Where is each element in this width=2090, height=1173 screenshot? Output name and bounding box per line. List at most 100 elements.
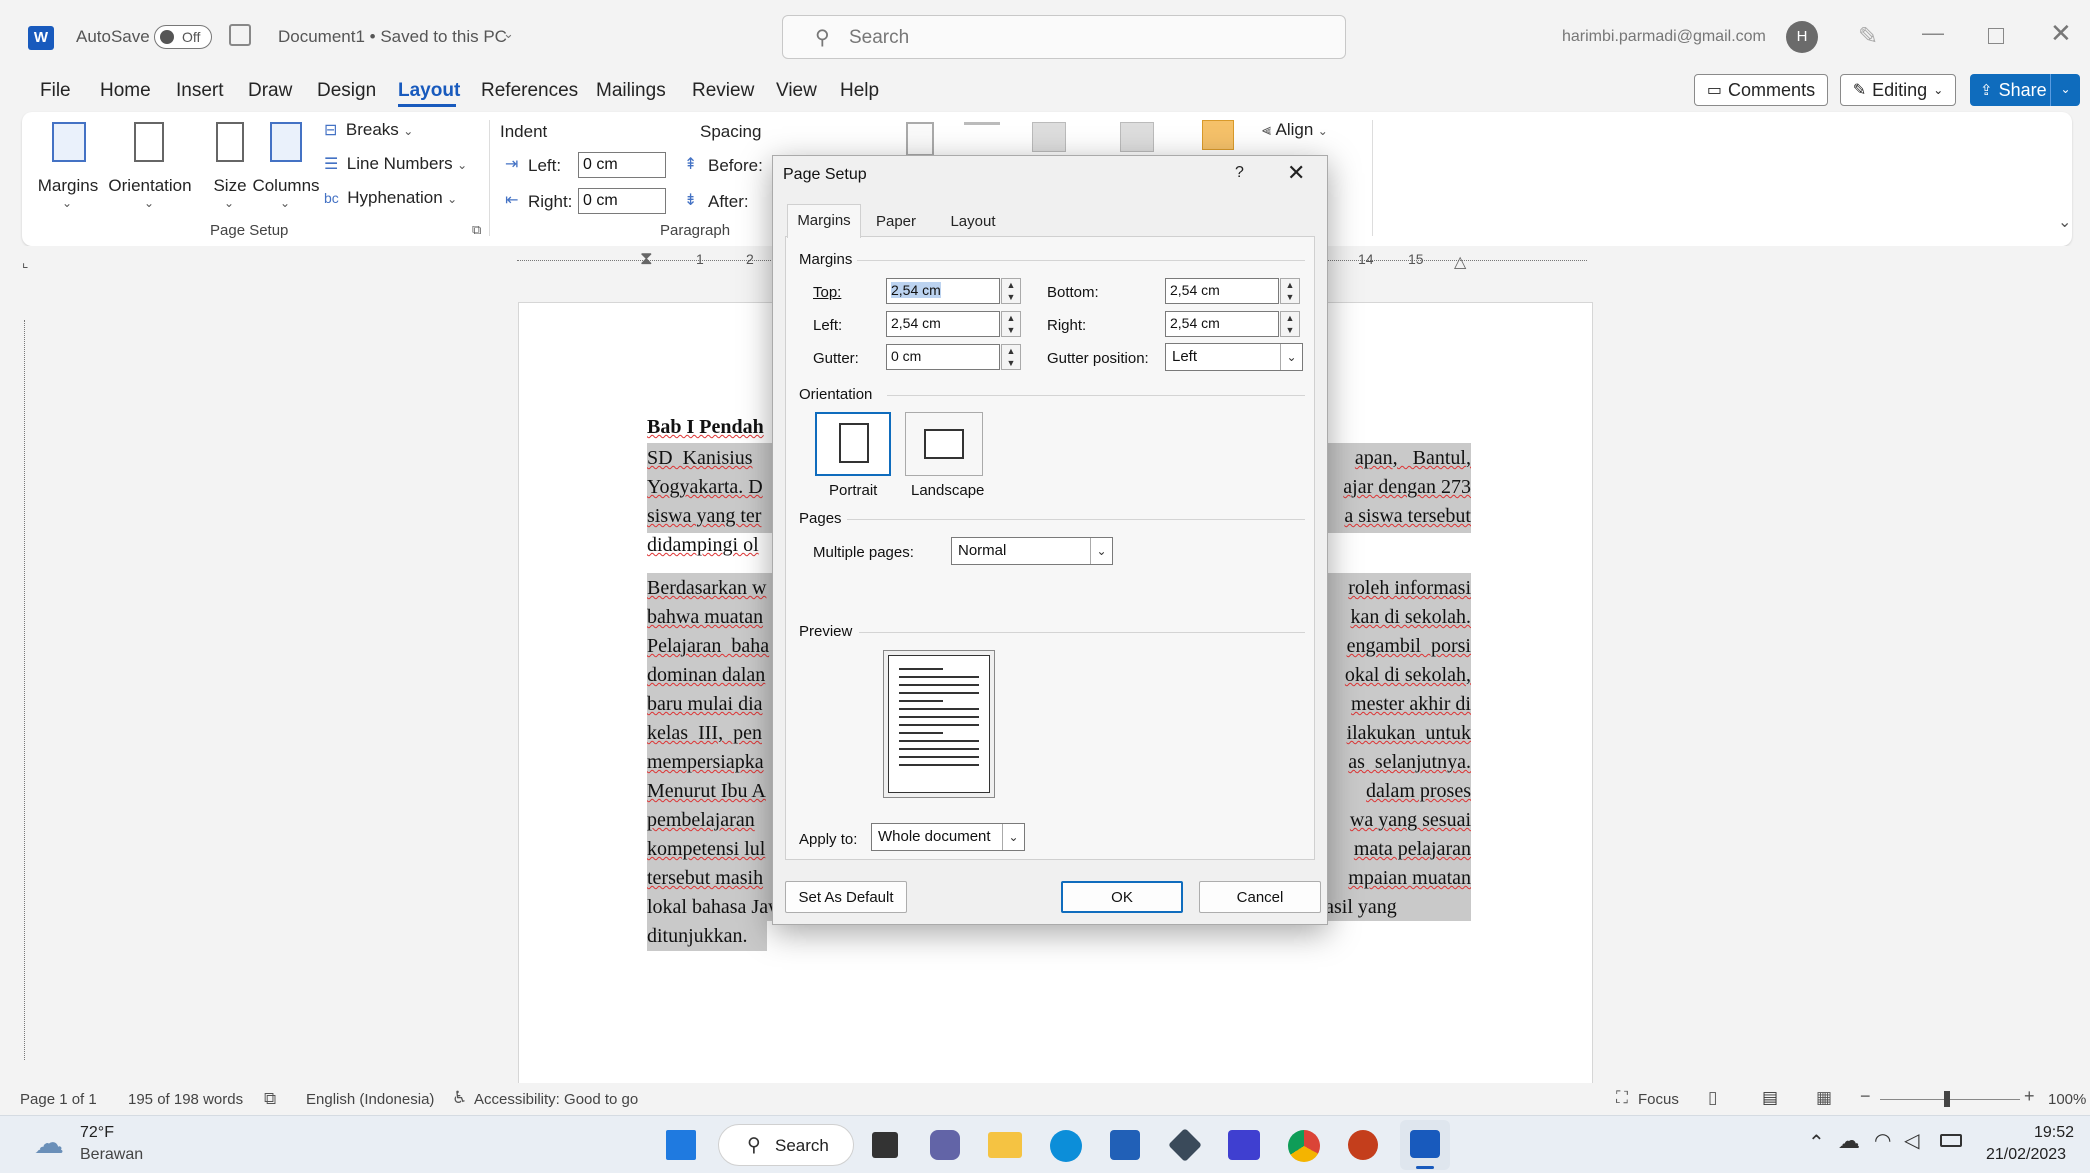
- print-layout-icon[interactable]: ▤: [1762, 1088, 1778, 1108]
- menu-review[interactable]: Review: [692, 80, 754, 102]
- word-count[interactable]: 195 of 198 words: [128, 1091, 243, 1108]
- document-title[interactable]: Document1 • Saved to this PC: [278, 27, 507, 47]
- proofing-icon[interactable]: ⧉: [264, 1089, 276, 1109]
- orientation-button[interactable]: Orientation ⌄: [102, 120, 198, 212]
- app-math-icon[interactable]: [1228, 1130, 1260, 1160]
- page-setup-dialog[interactable]: Page Setup ? ✕ Margins Paper Layout Marg…: [772, 155, 1328, 925]
- paragraph-line[interactable]: ditunjukkan.: [647, 922, 748, 951]
- wifi-icon[interactable]: ◠: [1874, 1128, 1891, 1153]
- multiple-pages-select[interactable]: Normal ⌄: [951, 537, 1113, 565]
- restore-icon[interactable]: [1988, 28, 2004, 44]
- zoom-slider-thumb[interactable]: [1944, 1091, 1950, 1107]
- menu-design[interactable]: Design: [317, 80, 376, 102]
- windows-start-icon[interactable]: [666, 1130, 696, 1160]
- chevron-down-icon[interactable]: ⌄: [503, 26, 514, 42]
- bottom-margin-field[interactable]: 2,54 cm ▲ ▼: [1165, 278, 1300, 304]
- spin-arrows-icon[interactable]: ▲ ▼: [1280, 278, 1300, 304]
- minimize-icon[interactable]: —: [1922, 20, 1944, 46]
- position-icon[interactable]: [906, 122, 934, 156]
- gutter-field[interactable]: 0 cm ▲ ▼: [886, 344, 1021, 370]
- ok-button[interactable]: OK: [1061, 881, 1183, 913]
- zoom-level[interactable]: 100%: [2048, 1091, 2086, 1108]
- tab-paper[interactable]: Paper: [863, 208, 929, 236]
- menu-layout[interactable]: Layout: [398, 80, 460, 102]
- tab-margins[interactable]: Margins: [787, 204, 861, 238]
- bring-forward-icon[interactable]: [1032, 122, 1066, 152]
- top-margin-field[interactable]: 2,54 cm ▲ ▼: [886, 278, 1021, 304]
- apply-to-select[interactable]: Whole document ⌄: [871, 823, 1025, 851]
- accessibility-status[interactable]: Accessibility: Good to go: [474, 1091, 638, 1108]
- editing-button[interactable]: ✎ Editing ⌄: [1840, 74, 1956, 106]
- autosave-toggle[interactable]: Off: [154, 25, 212, 49]
- document-heading[interactable]: Bab I Pendah: [647, 413, 764, 442]
- user-email[interactable]: harimbi.parmadi@gmail.com: [1562, 28, 1766, 46]
- spin-arrows-icon[interactable]: ▲ ▼: [1001, 344, 1021, 370]
- tab-selector-icon[interactable]: ⌞: [22, 254, 29, 271]
- indent-marker-icon[interactable]: ⧗: [640, 248, 653, 269]
- search-box[interactable]: ⚲ Search: [782, 15, 1346, 59]
- zoom-in-icon[interactable]: +: [2024, 1086, 2035, 1107]
- margins-button[interactable]: Margins ⌄: [36, 120, 100, 212]
- battery-icon[interactable]: [1940, 1134, 1962, 1147]
- spin-arrows-icon[interactable]: ▲ ▼: [1001, 311, 1021, 337]
- web-layout-icon[interactable]: ▦: [1816, 1088, 1832, 1108]
- chevron-up-icon[interactable]: ⌃: [1808, 1130, 1825, 1155]
- cancel-button[interactable]: Cancel: [1199, 881, 1321, 913]
- share-dropdown-button[interactable]: ⌄: [2050, 74, 2080, 106]
- volume-icon[interactable]: ◁: [1904, 1128, 1919, 1153]
- tab-layout[interactable]: Layout: [933, 208, 1013, 236]
- menu-home[interactable]: Home: [100, 80, 151, 102]
- menu-references[interactable]: References: [481, 80, 578, 102]
- app-cube-icon[interactable]: [1168, 1128, 1202, 1162]
- spin-arrows-icon[interactable]: ▲ ▼: [1001, 278, 1021, 304]
- dialog-launcher-icon[interactable]: ⧉: [472, 222, 481, 238]
- file-explorer-icon[interactable]: [988, 1132, 1022, 1158]
- line-numbers-button[interactable]: ☰ Line Numbers ⌄: [324, 154, 474, 180]
- menu-mailings[interactable]: Mailings: [596, 80, 666, 102]
- set-as-default-button[interactable]: Set As Default: [785, 881, 907, 913]
- zoom-slider[interactable]: [1880, 1091, 2020, 1107]
- taskbar-search[interactable]: ⚲ Search: [718, 1124, 854, 1166]
- columns-button[interactable]: Columns ⌄: [246, 120, 326, 212]
- wrap-text-icon[interactable]: [964, 122, 1000, 156]
- hyphenation-button[interactable]: bc Hyphenation ⌄: [324, 188, 474, 214]
- chrome-browser-icon[interactable]: [1288, 1130, 1320, 1162]
- send-backward-icon[interactable]: [1120, 122, 1154, 152]
- comments-button[interactable]: ▭ Comments: [1694, 74, 1828, 106]
- close-icon[interactable]: ✕: [1287, 160, 1305, 186]
- portrait-option[interactable]: [815, 412, 891, 476]
- selection-pane-icon[interactable]: [1202, 120, 1234, 150]
- read-mode-icon[interactable]: ▯: [1708, 1088, 1717, 1108]
- zoom-out-icon[interactable]: −: [1860, 1086, 1871, 1107]
- onedrive-icon[interactable]: ☁: [1838, 1128, 1860, 1154]
- indent-left-field[interactable]: 0 cm: [578, 152, 666, 178]
- align-button[interactable]: ⫷ Align ⌄: [1262, 120, 1352, 146]
- menu-insert[interactable]: Insert: [176, 80, 224, 102]
- collapse-ribbon-icon[interactable]: ⌄: [2058, 212, 2071, 232]
- left-margin-field[interactable]: 2,54 cm ▲ ▼: [886, 311, 1021, 337]
- powerpoint-icon[interactable]: [1348, 1130, 1378, 1160]
- pen-icon[interactable]: ✎: [1858, 22, 1878, 51]
- page-count[interactable]: Page 1 of 1: [20, 1091, 97, 1108]
- clock-date[interactable]: 21/02/2023: [1986, 1146, 2066, 1164]
- menu-view[interactable]: View: [776, 80, 817, 102]
- weather-cloud-icon[interactable]: ☁: [34, 1126, 64, 1161]
- teams-chat-icon[interactable]: [930, 1130, 960, 1160]
- task-view-icon[interactable]: [872, 1132, 898, 1158]
- language[interactable]: English (Indonesia): [306, 1091, 434, 1108]
- clock-time[interactable]: 19:52: [2034, 1124, 2074, 1142]
- right-margin-field[interactable]: 2,54 cm ▲ ▼: [1165, 311, 1300, 337]
- spin-arrows-icon[interactable]: ▲ ▼: [1280, 311, 1300, 337]
- focus-button[interactable]: Focus: [1638, 1091, 1679, 1108]
- close-icon[interactable]: ✕: [2050, 18, 2072, 49]
- gutter-position-select[interactable]: Left ⌄: [1165, 343, 1303, 371]
- weather-desc[interactable]: Berawan: [80, 1146, 143, 1164]
- right-indent-marker-icon[interactable]: △: [1454, 252, 1466, 272]
- avatar[interactable]: H: [1786, 21, 1818, 53]
- landscape-option[interactable]: [905, 412, 983, 476]
- weather-temp[interactable]: 72°F: [80, 1124, 114, 1142]
- edge-browser-icon[interactable]: [1050, 1130, 1082, 1162]
- menu-file[interactable]: File: [40, 80, 71, 102]
- microsoft-store-icon[interactable]: [1110, 1130, 1140, 1160]
- breaks-button[interactable]: ⊟ Breaks ⌄: [324, 120, 434, 146]
